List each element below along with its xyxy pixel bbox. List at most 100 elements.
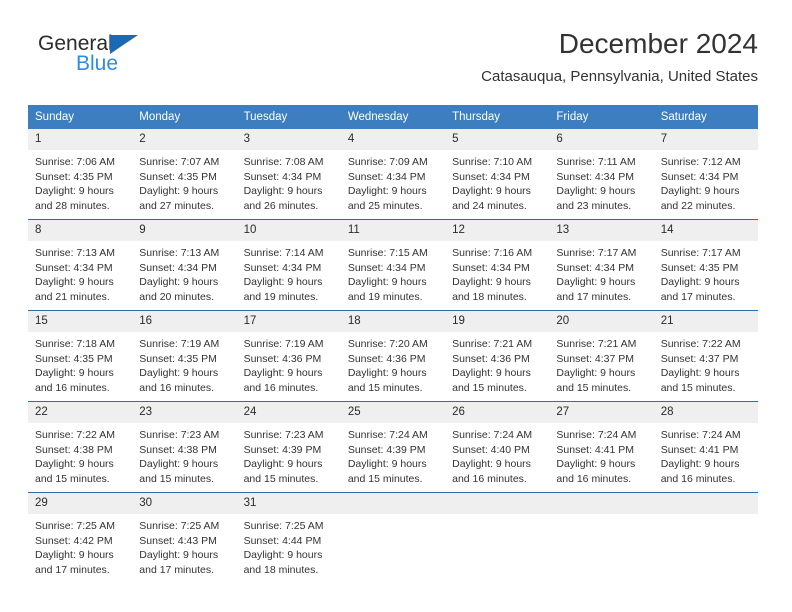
day-details: Sunrise: 7:18 AM Sunset: 4:35 PM Dayligh… (28, 332, 132, 395)
day-cell[interactable]: 29 Sunrise: 7:25 AM Sunset: 4:42 PM Dayl… (28, 492, 133, 583)
daylight-text-line1: Daylight: 9 hours (35, 185, 114, 197)
daylight-text-line2: and 19 minutes. (347, 290, 423, 303)
daylight-text-line2: and 22 minutes. (660, 199, 736, 212)
calendar-week-row: 15 Sunrise: 7:18 AM Sunset: 4:35 PM Dayl… (28, 310, 758, 402)
sunset-text: Sunset: 4:39 PM (243, 443, 322, 456)
day-number: 31 (236, 493, 341, 514)
day-cell[interactable]: 10 Sunrise: 7:14 AM Sunset: 4:34 PM Dayl… (236, 219, 341, 311)
day-cell[interactable]: 27 Sunrise: 7:24 AM Sunset: 4:41 PM Dayl… (549, 401, 654, 493)
day-cell[interactable]: 5 Sunrise: 7:10 AM Sunset: 4:34 PM Dayli… (445, 129, 550, 220)
daylight-text-line1: Daylight: 9 hours (452, 185, 531, 197)
day-cell[interactable]: 15 Sunrise: 7:18 AM Sunset: 4:35 PM Dayl… (28, 310, 133, 402)
day-cell[interactable]: 17 Sunrise: 7:19 AM Sunset: 4:36 PM Dayl… (236, 310, 341, 402)
sunset-text: Sunset: 4:36 PM (452, 352, 530, 365)
daylight-text-line2: and 17 minutes. (556, 290, 632, 303)
day-cell[interactable]: 14 Sunrise: 7:17 AM Sunset: 4:35 PM Dayl… (653, 219, 758, 311)
day-number: 21 (653, 311, 758, 332)
day-cell[interactable]: 4 Sunrise: 7:09 AM Sunset: 4:34 PM Dayli… (340, 129, 446, 220)
sunrise-text: Sunrise: 7:13 AM (35, 247, 115, 259)
day-cell[interactable]: 30 Sunrise: 7:25 AM Sunset: 4:43 PM Dayl… (132, 492, 237, 583)
sunset-text: Sunset: 4:42 PM (35, 534, 113, 547)
day-cell[interactable]: 19 Sunrise: 7:21 AM Sunset: 4:36 PM Dayl… (445, 310, 550, 402)
daylight-text-line1: Daylight: 9 hours (660, 276, 740, 288)
day-cell[interactable]: 26 Sunrise: 7:24 AM Sunset: 4:40 PM Dayl… (445, 401, 550, 493)
brand-name-blue: Blue (76, 52, 119, 75)
daylight-text-line1: Daylight: 9 hours (35, 549, 114, 561)
sunset-text: Sunset: 4:34 PM (243, 170, 322, 183)
calendar-body: 1 Sunrise: 7:06 AM Sunset: 4:35 PM Dayli… (28, 129, 758, 583)
day-cell[interactable]: 6 Sunrise: 7:11 AM Sunset: 4:34 PM Dayli… (549, 129, 654, 220)
day-number: 26 (445, 402, 550, 423)
day-cell[interactable]: 24 Sunrise: 7:23 AM Sunset: 4:39 PM Dayl… (236, 401, 341, 493)
day-number: 23 (132, 402, 237, 423)
day-cell[interactable]: 31 Sunrise: 7:25 AM Sunset: 4:44 PM Dayl… (236, 492, 341, 583)
day-cell-empty (653, 492, 758, 583)
sunset-text: Sunset: 4:41 PM (660, 443, 739, 456)
daylight-text-line1: Daylight: 9 hours (243, 367, 323, 379)
day-cell[interactable]: 3 Sunrise: 7:08 AM Sunset: 4:34 PM Dayli… (236, 129, 341, 220)
daylight-text-line1: Daylight: 9 hours (556, 185, 636, 197)
daylight-text-line1: Daylight: 9 hours (660, 458, 740, 470)
day-cell[interactable]: 11 Sunrise: 7:15 AM Sunset: 4:34 PM Dayl… (340, 219, 446, 311)
daylight-text-line1: Daylight: 9 hours (347, 458, 427, 470)
day-cell[interactable]: 21 Sunrise: 7:22 AM Sunset: 4:37 PM Dayl… (653, 310, 758, 402)
day-cell[interactable]: 28 Sunrise: 7:24 AM Sunset: 4:41 PM Dayl… (653, 401, 758, 493)
day-cell-empty (340, 492, 446, 583)
sunrise-text: Sunrise: 7:15 AM (347, 247, 428, 259)
day-number: 3 (236, 129, 341, 150)
day-details: Sunrise: 7:22 AM Sunset: 4:37 PM Dayligh… (654, 332, 758, 395)
day-number: 20 (549, 311, 654, 332)
daylight-text-line1: Daylight: 9 hours (452, 276, 531, 288)
daylight-text-line2: and 28 minutes. (35, 199, 110, 212)
sunrise-text: Sunrise: 7:19 AM (139, 338, 220, 350)
day-number: 5 (445, 129, 550, 150)
day-cell[interactable]: 1 Sunrise: 7:06 AM Sunset: 4:35 PM Dayli… (28, 129, 133, 220)
daylight-text-line2: and 24 minutes. (452, 199, 527, 212)
day-number: 25 (340, 402, 446, 423)
sunset-text: Sunset: 4:34 PM (243, 261, 322, 274)
day-cell[interactable]: 23 Sunrise: 7:23 AM Sunset: 4:38 PM Dayl… (132, 401, 237, 493)
title-block: December 2024 Catasauqua, Pennsylvania, … (481, 26, 758, 88)
day-details: Sunrise: 7:24 AM Sunset: 4:40 PM Dayligh… (445, 423, 549, 486)
sunset-text: Sunset: 4:35 PM (139, 352, 217, 365)
sunrise-text: Sunrise: 7:21 AM (452, 338, 533, 350)
day-cell[interactable]: 8 Sunrise: 7:13 AM Sunset: 4:34 PM Dayli… (28, 219, 133, 311)
daylight-text-line2: and 27 minutes. (139, 199, 214, 212)
day-cell[interactable]: 18 Sunrise: 7:20 AM Sunset: 4:36 PM Dayl… (340, 310, 446, 402)
sunrise-text: Sunrise: 7:25 AM (243, 520, 324, 532)
daylight-text-line2: and 15 minutes. (452, 381, 527, 394)
daylight-text-line2: and 15 minutes. (347, 381, 423, 394)
day-details: Sunrise: 7:24 AM Sunset: 4:41 PM Dayligh… (549, 423, 653, 486)
daylight-text-line2: and 16 minutes. (35, 381, 110, 394)
day-number: 4 (340, 129, 446, 150)
day-cell[interactable]: 22 Sunrise: 7:22 AM Sunset: 4:38 PM Dayl… (28, 401, 133, 493)
sunrise-text: Sunrise: 7:17 AM (556, 247, 637, 259)
day-number: 18 (340, 311, 446, 332)
day-cell[interactable]: 25 Sunrise: 7:24 AM Sunset: 4:39 PM Dayl… (340, 401, 446, 493)
day-cell[interactable]: 7 Sunrise: 7:12 AM Sunset: 4:34 PM Dayli… (653, 129, 758, 220)
day-details: Sunrise: 7:24 AM Sunset: 4:39 PM Dayligh… (341, 423, 445, 486)
daylight-text-line2: and 18 minutes. (243, 563, 319, 576)
sunset-text: Sunset: 4:38 PM (35, 443, 113, 456)
day-number: 12 (445, 220, 550, 241)
day-number: 9 (132, 220, 237, 241)
day-details: Sunrise: 7:13 AM Sunset: 4:34 PM Dayligh… (28, 241, 132, 304)
day-number: 7 (653, 129, 758, 150)
sunrise-sunset-calendar: Sunday Monday Tuesday Wednesday Thursday… (28, 105, 758, 583)
day-cell[interactable]: 9 Sunrise: 7:13 AM Sunset: 4:34 PM Dayli… (132, 219, 237, 311)
day-details: Sunrise: 7:25 AM Sunset: 4:44 PM Dayligh… (237, 514, 341, 577)
day-cell[interactable]: 2 Sunrise: 7:07 AM Sunset: 4:35 PM Dayli… (132, 129, 237, 220)
day-cell-empty (549, 492, 654, 583)
day-cell[interactable]: 12 Sunrise: 7:16 AM Sunset: 4:34 PM Dayl… (445, 219, 550, 311)
daylight-text-line1: Daylight: 9 hours (556, 367, 636, 379)
daylight-text-line2: and 15 minutes. (139, 472, 214, 485)
day-cell[interactable]: 20 Sunrise: 7:21 AM Sunset: 4:37 PM Dayl… (549, 310, 654, 402)
day-number: 15 (28, 311, 133, 332)
day-cell[interactable]: 13 Sunrise: 7:17 AM Sunset: 4:34 PM Dayl… (549, 219, 654, 311)
sunset-text: Sunset: 4:36 PM (243, 352, 322, 365)
sunset-text: Sunset: 4:44 PM (243, 534, 322, 547)
calendar-week-row: 1 Sunrise: 7:06 AM Sunset: 4:35 PM Dayli… (28, 129, 758, 220)
calendar-header-row: Sunday Monday Tuesday Wednesday Thursday… (28, 105, 758, 129)
sunset-text: Sunset: 4:34 PM (139, 261, 217, 274)
day-cell[interactable]: 16 Sunrise: 7:19 AM Sunset: 4:35 PM Dayl… (132, 310, 237, 402)
